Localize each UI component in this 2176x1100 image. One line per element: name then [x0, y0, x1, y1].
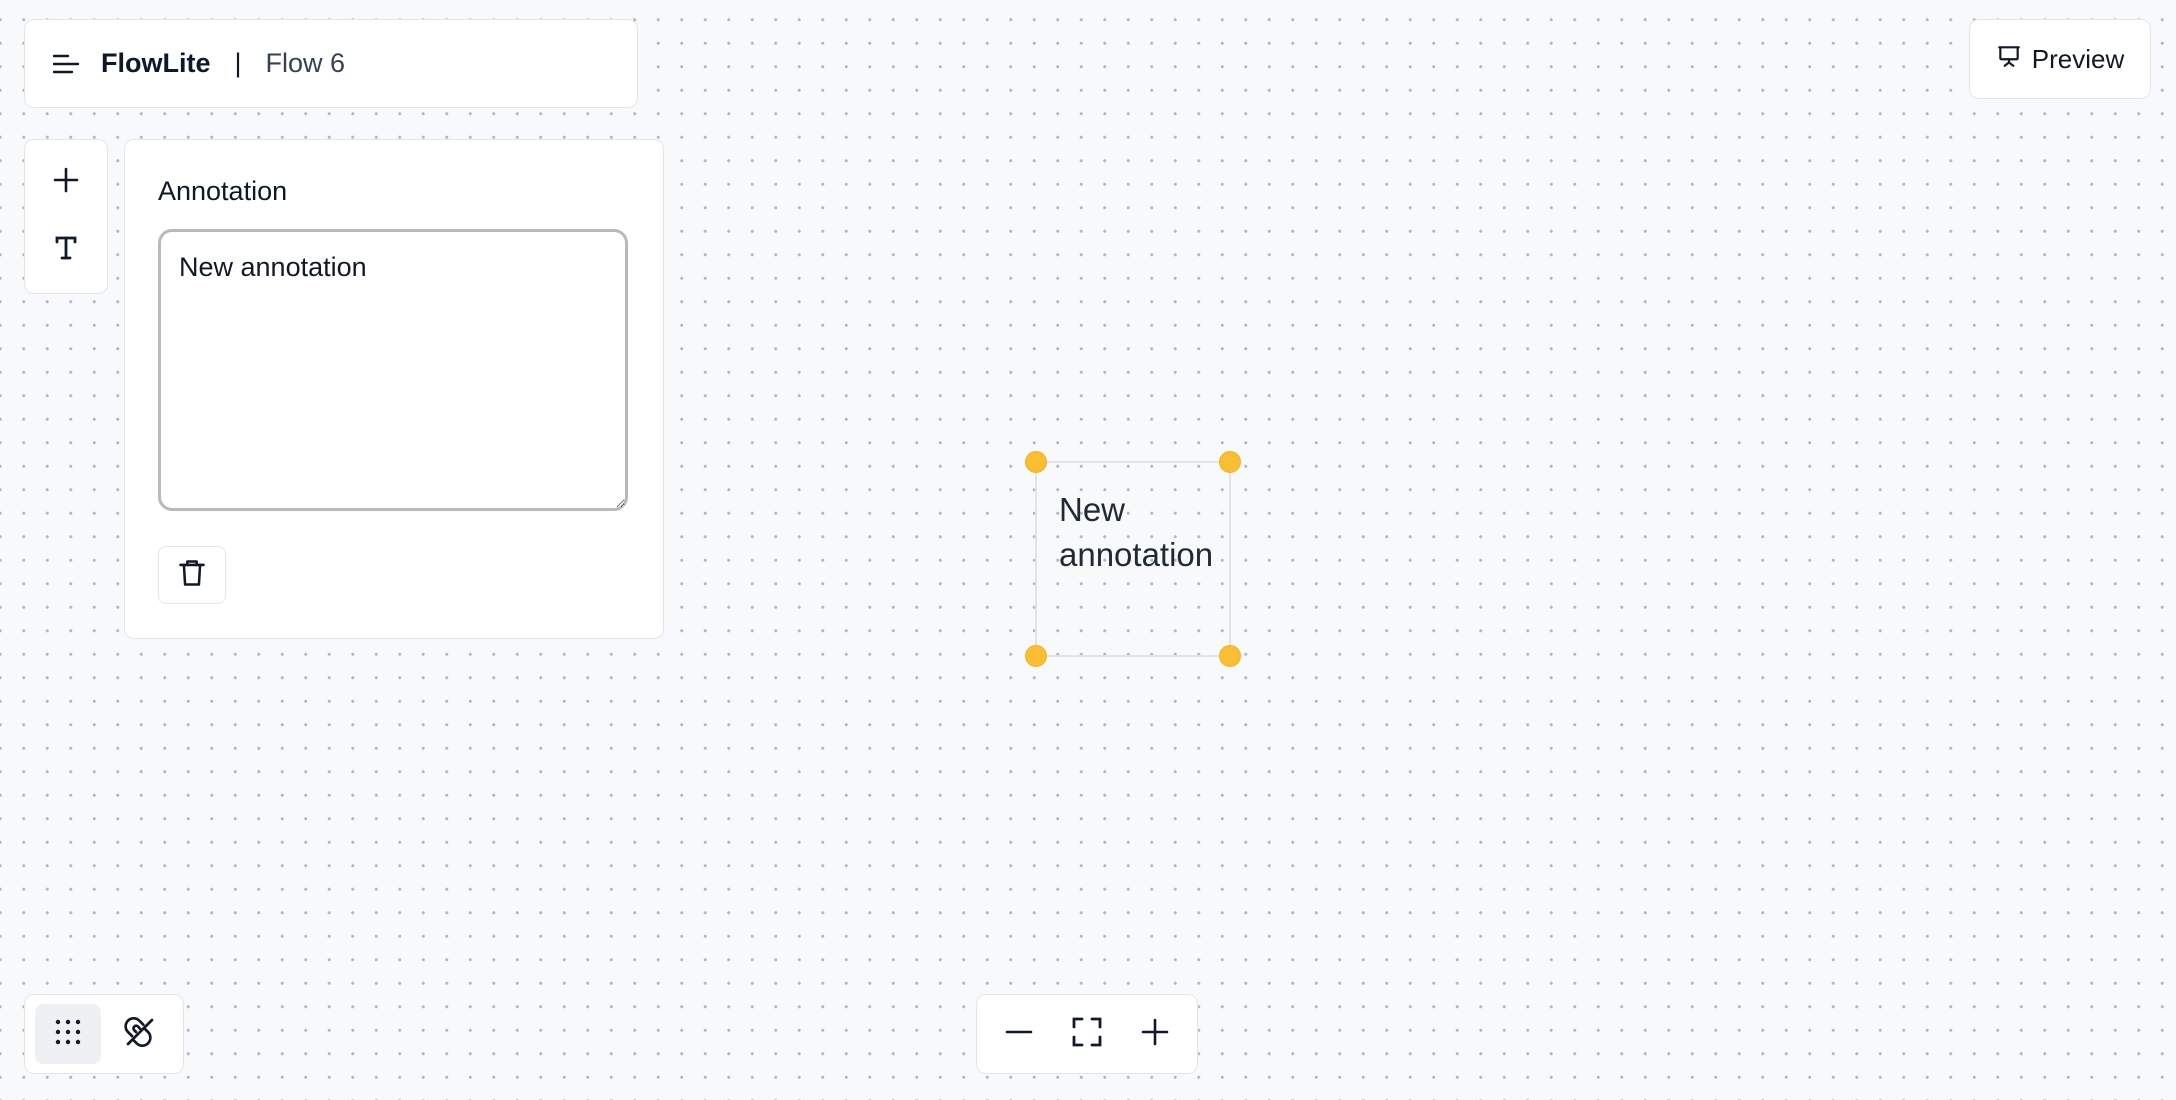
add-node-button[interactable] — [46, 162, 86, 202]
annotation-text: New annotation — [1059, 491, 1214, 573]
zoom-out-button[interactable] — [993, 1008, 1045, 1060]
resize-handle-bottom-right[interactable] — [1219, 645, 1241, 667]
zoom-in-button[interactable] — [1129, 1008, 1181, 1060]
header-separator: | — [234, 48, 242, 78]
fit-view-button[interactable] — [1061, 1008, 1113, 1060]
toggle-snap-button[interactable] — [107, 1004, 173, 1064]
trash-icon — [178, 558, 206, 593]
delete-annotation-button[interactable] — [158, 546, 226, 604]
canvas-annotation-node[interactable]: New annotation — [1025, 451, 1241, 667]
zoom-controls — [976, 994, 1198, 1074]
annotation-panel: Annotation New annotation — [124, 139, 664, 639]
annotation-text-input[interactable]: New annotation — [158, 229, 628, 511]
magnet-off-icon — [124, 1016, 156, 1053]
presentation-icon — [1996, 43, 2022, 76]
preview-button[interactable]: Preview — [1969, 19, 2151, 99]
plus-icon — [52, 166, 80, 199]
canvas-options — [24, 994, 184, 1074]
text-icon — [53, 235, 79, 266]
panel-title: Annotation — [158, 176, 288, 206]
grid-dots-icon — [54, 1018, 82, 1051]
resize-handle-bottom-left[interactable] — [1025, 645, 1047, 667]
menu-icon[interactable] — [51, 49, 81, 79]
brand-name: FlowLite — [101, 48, 211, 78]
resize-handle-top-right[interactable] — [1219, 451, 1241, 473]
preview-label: Preview — [2031, 43, 2125, 74]
flow-name[interactable]: Flow 6 — [266, 48, 346, 79]
add-text-button[interactable] — [46, 230, 86, 270]
toggle-grid-button[interactable] — [35, 1004, 101, 1064]
left-toolbar — [24, 139, 108, 294]
fit-view-icon — [1071, 1016, 1103, 1053]
plus-icon — [1140, 1017, 1170, 1052]
app-header: FlowLite | Flow 6 — [24, 19, 638, 108]
resize-handle-top-left[interactable] — [1025, 451, 1047, 473]
minus-icon — [1004, 1017, 1034, 1052]
